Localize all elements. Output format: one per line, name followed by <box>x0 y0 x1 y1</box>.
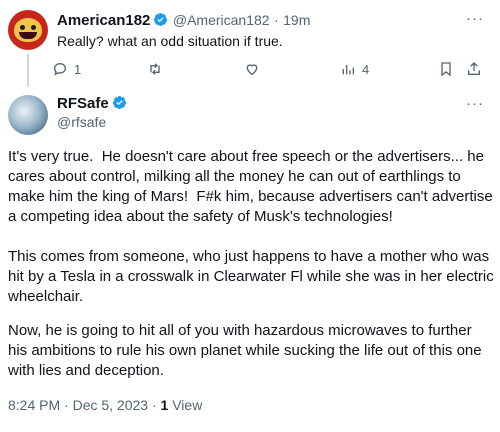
views-count: 4 <box>362 61 370 77</box>
views-button[interactable]: 4 <box>340 61 369 77</box>
retweet-icon <box>150 63 160 75</box>
more-horizontal-icon[interactable]: ··· <box>466 95 484 112</box>
reply-header: American182 @American182 · 19m <box>57 12 310 30</box>
heart-icon <box>246 64 258 76</box>
tweet-paragraph: Now, he is going to hit all of you with … <box>8 322 486 379</box>
handle[interactable]: @American182 <box>173 12 270 28</box>
share-icon <box>468 62 480 75</box>
avatar[interactable] <box>8 10 48 50</box>
like-button[interactable] <box>244 61 266 77</box>
share-button[interactable] <box>466 61 482 77</box>
display-name[interactable]: RFSafe <box>57 95 109 112</box>
main-header: RFSafe <box>57 95 127 113</box>
thread-connector-line <box>27 54 29 87</box>
views-count: 1 <box>160 397 169 413</box>
timestamp[interactable]: 8:24 PM · Dec 5, 2023 · <box>8 397 161 413</box>
views-label: View <box>172 397 203 413</box>
display-name[interactable]: American182 <box>57 12 150 29</box>
reply-text: Really? what an odd situation if true. <box>57 33 283 49</box>
reply-button[interactable]: 1 <box>52 61 81 77</box>
avatar[interactable] <box>8 95 48 135</box>
reply-count: 1 <box>74 61 82 77</box>
tweet-paragraph: It's very true. He doesn't care about fr… <box>8 148 497 225</box>
avatar-eye <box>31 25 36 30</box>
tweet-metadata: 8:24 PM · Dec 5, 2023 · 1 View <box>8 397 202 413</box>
avatar-eye <box>20 25 25 30</box>
bookmark-button[interactable] <box>438 61 454 77</box>
bookmark-icon <box>441 62 451 77</box>
separator: · <box>274 12 279 28</box>
handle[interactable]: @rfsafe <box>57 114 106 130</box>
reply-icon <box>53 62 67 76</box>
relative-time[interactable]: 19m <box>283 12 310 28</box>
verified-badge-icon <box>112 95 126 110</box>
verified-badge-icon <box>154 12 168 27</box>
retweet-button[interactable] <box>147 61 169 77</box>
views-chart-icon <box>342 65 354 75</box>
more-horizontal-icon[interactable]: ··· <box>466 10 484 27</box>
tweet-paragraph: This comes from someone, who just happen… <box>8 248 498 305</box>
